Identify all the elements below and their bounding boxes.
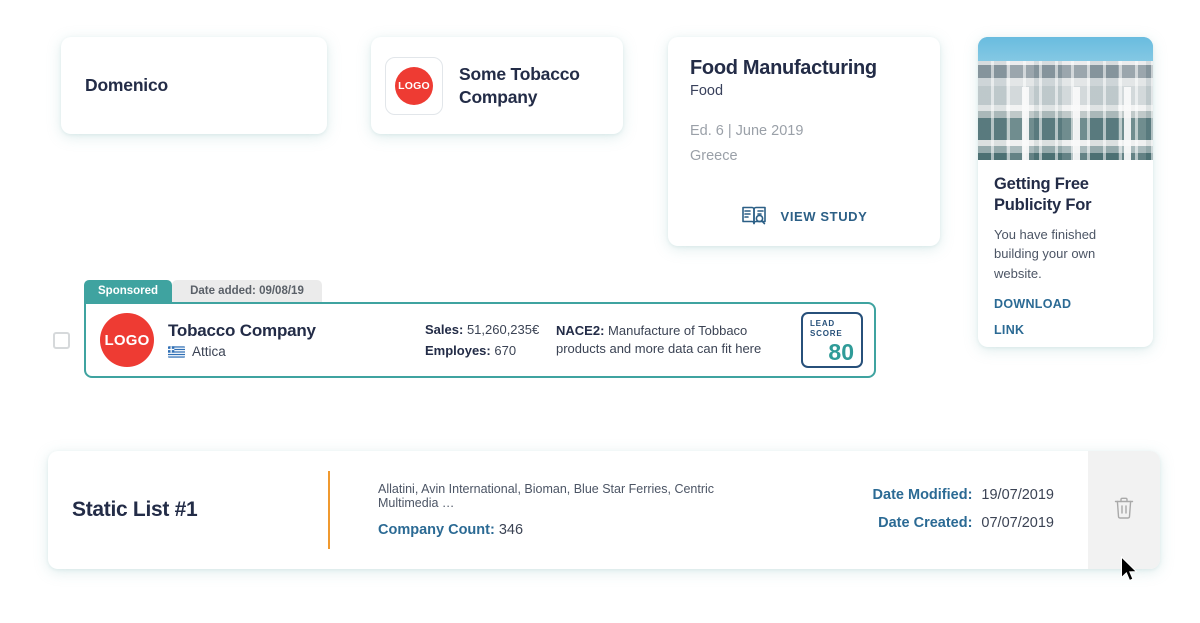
study-card[interactable]: Food Manufacturing Food Ed. 6 | June 201…: [668, 37, 940, 246]
contact-card[interactable]: Domenico: [61, 37, 327, 134]
stat-employes-key: Employes:: [425, 343, 491, 358]
company-logo-tile: LOGO: [385, 57, 443, 115]
lead-score-label: LEAD SCORE: [810, 319, 854, 339]
building-facade-photo: [978, 37, 1153, 160]
list-companies: Allatini, Avin International, Bioman, Bl…: [378, 482, 758, 510]
lead-score-badge: LEAD SCORE 80: [801, 312, 863, 368]
list-summary: Allatini, Avin International, Bioman, Bl…: [330, 451, 758, 569]
list-title: Static List #1: [48, 451, 328, 569]
list-date-modified: Date Modified: 19/07/2019: [758, 482, 1054, 510]
book-study-icon: [741, 204, 767, 228]
sponsored-logo-icon: LOGO: [100, 313, 154, 367]
list-company-count-value: 346: [499, 522, 523, 538]
sky-region: [978, 37, 1153, 63]
list-date-modified-key: Date Modified:: [873, 482, 973, 510]
list-company-count-key: Company Count:: [378, 522, 495, 538]
study-meta: Ed. 6 | June 2019 Greece: [690, 119, 918, 169]
study-title: Food Manufacturing: [690, 57, 918, 80]
stat-employes-value: 670: [494, 343, 516, 358]
publicity-link-download[interactable]: DOWNLOAD: [994, 297, 1137, 311]
sponsored-names: Tobacco Company: [168, 321, 316, 359]
company-name: Some Tobacco Company: [459, 63, 609, 108]
sponsored-region-label: Attica: [192, 344, 226, 359]
tab-date-added[interactable]: Date added: 09/08/19: [172, 280, 322, 302]
company-card[interactable]: LOGO Some Tobacco Company: [371, 37, 623, 134]
view-study-button[interactable]: VIEW STUDY: [668, 204, 940, 228]
stat-sales-key: Sales:: [425, 322, 463, 337]
study-subtitle: Food: [690, 83, 918, 99]
tab-sponsored[interactable]: Sponsored: [84, 280, 172, 302]
row-tabs: Sponsored Date added: 09/08/19: [84, 280, 322, 302]
study-edition: Ed. 6 | June 2019: [690, 119, 918, 144]
stat-employes: Employes: 670: [425, 340, 539, 361]
company-logo-icon: LOGO: [395, 67, 433, 105]
stat-sales-value: 51,260,235€: [467, 322, 539, 337]
contact-name: Domenico: [85, 75, 168, 96]
sponsored-region-row: Attica: [168, 344, 316, 359]
facade-region: [978, 61, 1153, 160]
row-select-checkbox[interactable]: [53, 332, 70, 349]
publicity-links: DOWNLOAD LINK: [994, 297, 1137, 337]
sponsored-stats: Sales: 51,260,235€ Employes: 670: [425, 319, 539, 361]
lead-score-label-line1: LEAD: [810, 319, 854, 329]
page-root: Domenico LOGO Some Tobacco Company Food …: [0, 0, 1200, 623]
list-dates: Date Modified: 19/07/2019 Date Created: …: [758, 451, 1088, 569]
facade-pillars: [978, 87, 1153, 160]
publicity-text: You have finished building your own webs…: [994, 225, 1137, 283]
list-company-count: Company Count: 346: [378, 522, 758, 538]
delete-list-button[interactable]: [1088, 451, 1160, 569]
sponsored-identity: LOGO Tobacco Company: [100, 313, 316, 367]
sponsored-nace: NACE2: Manufacture of Tobbaco products a…: [556, 322, 786, 358]
view-study-label: VIEW STUDY: [781, 209, 868, 224]
sponsored-company-name: Tobacco Company: [168, 321, 316, 341]
greece-flag-icon: [168, 346, 185, 358]
list-date-created: Date Created: 07/07/2019: [758, 510, 1054, 538]
static-list-card[interactable]: Static List #1 Allatini, Avin Internatio…: [48, 451, 1160, 569]
study-country: Greece: [690, 144, 918, 169]
sponsored-row: Sponsored Date added: 09/08/19 LOGO Toba…: [84, 280, 876, 378]
sponsored-company-card[interactable]: LOGO Tobacco Company: [84, 302, 876, 378]
lead-score-value: 80: [810, 341, 854, 364]
publicity-body: Getting Free Publicity For You have fini…: [978, 160, 1153, 337]
stat-sales: Sales: 51,260,235€: [425, 319, 539, 340]
lead-score-label-line2: SCORE: [810, 329, 854, 339]
list-date-modified-value: 19/07/2019: [981, 482, 1054, 510]
publicity-card[interactable]: Getting Free Publicity For You have fini…: [978, 37, 1153, 347]
list-date-created-key: Date Created:: [878, 510, 972, 538]
publicity-link-link[interactable]: LINK: [994, 323, 1137, 337]
publicity-title: Getting Free Publicity For: [994, 174, 1137, 216]
nace-key: NACE2:: [556, 323, 604, 338]
trash-icon: [1112, 495, 1136, 526]
list-date-created-value: 07/07/2019: [981, 510, 1054, 538]
